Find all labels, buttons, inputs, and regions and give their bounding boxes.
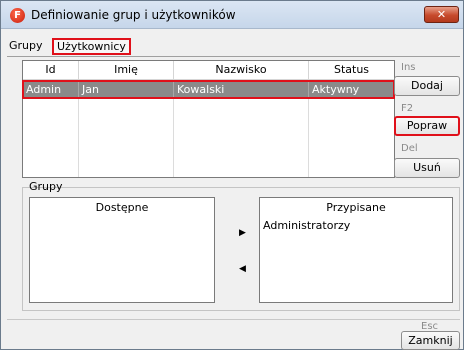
tab-grupy[interactable]: Grupy — [9, 38, 43, 55]
dodaj-button[interactable]: Dodaj — [394, 76, 460, 96]
app-logo-icon: F — [10, 8, 25, 23]
usun-button[interactable]: Usuń — [394, 158, 460, 178]
window-title: Definiowanie grup i użytkowników — [31, 8, 236, 22]
column-header-nazwisko[interactable]: Nazwisko — [174, 61, 309, 80]
assigned-groups-header: Przypisane — [326, 201, 386, 214]
title-bar[interactable]: F Definiowanie grup i użytkowników ✕ — [1, 1, 463, 29]
move-right-arrow-icon[interactable]: ▶ — [239, 229, 246, 238]
list-item[interactable]: Administratorzy — [263, 219, 350, 232]
selected-row-highlight — [22, 80, 395, 99]
column-header-imie[interactable]: Imię — [79, 61, 174, 80]
available-groups-list[interactable]: Dostępne — [29, 197, 215, 303]
groups-section-label: Grupy — [29, 180, 63, 193]
assigned-groups-list[interactable]: Przypisane Administratorzy — [259, 197, 453, 303]
users-table-header: Id Imię Nazwisko Status — [23, 61, 394, 80]
popraw-button[interactable]: Popraw — [394, 116, 460, 136]
column-header-id[interactable]: Id — [23, 61, 79, 80]
tab-uzytkownicy[interactable]: Użytkownicy — [52, 38, 131, 55]
shortcut-hint-del: Del — [401, 143, 418, 154]
zamknij-button[interactable]: Zamknij — [401, 331, 460, 350]
close-window-button[interactable]: ✕ — [424, 6, 459, 23]
footer-divider — [7, 319, 460, 320]
shortcut-hint-ins: Ins — [401, 62, 416, 73]
move-left-arrow-icon[interactable]: ◀ — [239, 265, 246, 274]
available-groups-header: Dostępne — [95, 201, 149, 214]
column-header-status[interactable]: Status — [309, 61, 394, 80]
menu-divider — [7, 56, 460, 57]
shortcut-hint-f2: F2 — [401, 103, 414, 114]
users-table[interactable]: Id Imię Nazwisko Status Admin Jan Kowals… — [22, 60, 395, 178]
dialog-window: F Definiowanie grup i użytkowników ✕ Gru… — [0, 0, 464, 350]
